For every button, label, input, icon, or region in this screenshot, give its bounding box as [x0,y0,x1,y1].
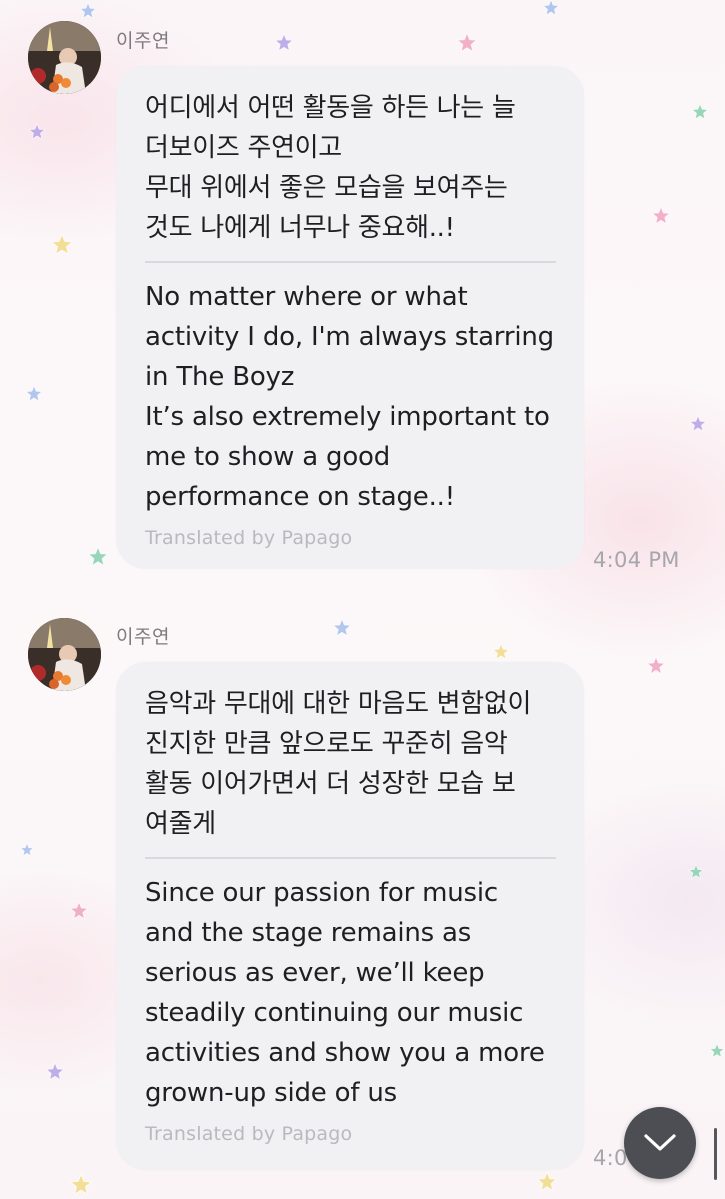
star-icon [687,863,705,881]
translation-credit: Translated by Papago [145,526,353,549]
message-translated-text: Since our passion for music and the stag… [145,877,545,1108]
message-original-text: 어디에서 어떤 활동을 하든 나는 늘 더보이즈 주연이고 무대 위에서 좋은 … [145,93,516,243]
star-icon [24,384,44,404]
star-icon [331,617,353,639]
star-icon [86,545,110,569]
star-icon [27,122,47,142]
avatar-image [28,618,101,691]
star-icon [535,1170,559,1194]
message-timestamp: 4:0 [593,1146,628,1170]
star-icon [650,205,672,227]
avatar[interactable] [28,618,101,691]
message-translated-text: No matter where or what activity I do, I… [145,281,554,512]
sender-name: 이주연 [116,30,170,52]
star-icon [455,31,479,55]
star-icon [491,642,511,662]
star-icon [19,842,35,858]
avatar[interactable] [28,21,101,94]
star-icon [688,414,708,434]
translation-divider [145,261,556,263]
message-bubble[interactable]: 음악과 무대에 대한 마음도 변함없이 진지한 만큼 앞으로도 꾸준히 음악 활… [116,662,584,1170]
scroll-to-bottom-button[interactable] [624,1107,696,1179]
star-icon [690,102,710,122]
star-icon [68,900,90,922]
star-icon [541,0,561,18]
message-original-text: 음악과 무대에 대한 마음도 변함없이 진지한 만큼 앞으로도 꾸준히 음악 활… [145,689,532,839]
message-bubble[interactable]: 어디에서 어떤 활동을 하든 나는 늘 더보이즈 주연이고 무대 위에서 좋은 … [116,66,584,569]
avatar-image [28,21,101,94]
translation-divider [145,857,556,859]
translation-credit: Translated by Papago [145,1122,353,1145]
chevron-down-icon [644,1134,676,1151]
star-icon [78,1,98,21]
star-icon [68,1172,94,1198]
star-icon [44,1061,66,1083]
star-icon [273,32,295,54]
message-timestamp: 4:04 PM [593,548,680,572]
scrollbar[interactable] [714,1128,717,1180]
star-icon [708,1042,725,1060]
star-icon [49,232,75,258]
sender-name: 이주연 [116,626,170,648]
star-icon [645,655,667,677]
